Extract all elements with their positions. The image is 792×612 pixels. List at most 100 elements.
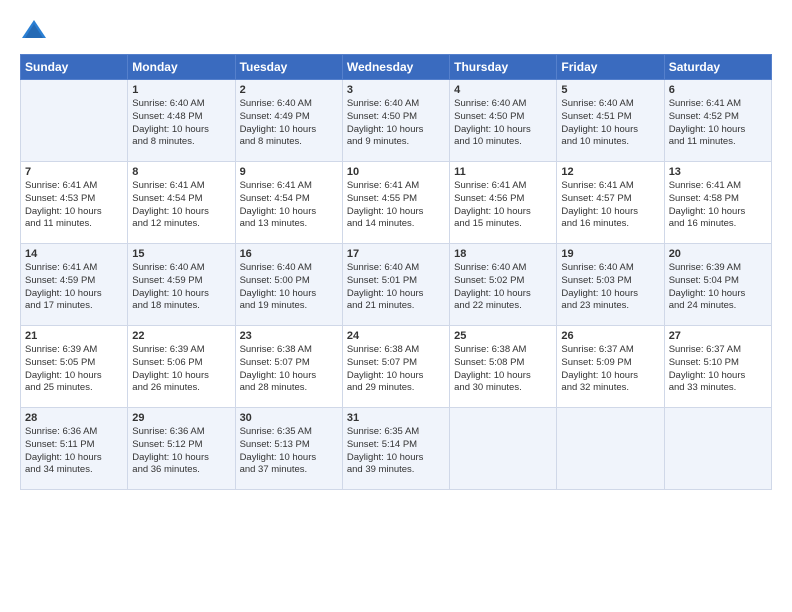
- day-info: Sunrise: 6:38 AM Sunset: 5:07 PM Dayligh…: [347, 344, 445, 395]
- day-cell: 31 Sunrise: 6:35 AM Sunset: 5:14 PM Dayli…: [342, 408, 449, 490]
- day-number: 1: [132, 84, 230, 96]
- day-info: Sunrise: 6:38 AM Sunset: 5:07 PM Dayligh…: [240, 344, 338, 395]
- day-info: Sunrise: 6:38 AM Sunset: 5:08 PM Dayligh…: [454, 344, 552, 395]
- day-number: 26: [561, 330, 659, 342]
- col-header-friday: Friday: [557, 55, 664, 80]
- day-info: Sunrise: 6:35 AM Sunset: 5:13 PM Dayligh…: [240, 426, 338, 477]
- day-number: 10: [347, 166, 445, 178]
- day-number: 19: [561, 248, 659, 260]
- day-cell: [557, 408, 664, 490]
- day-info: Sunrise: 6:40 AM Sunset: 4:48 PM Dayligh…: [132, 98, 230, 149]
- day-number: 2: [240, 84, 338, 96]
- day-number: 13: [669, 166, 767, 178]
- day-cell: 10 Sunrise: 6:41 AM Sunset: 4:55 PM Dayli…: [342, 162, 449, 244]
- day-info: Sunrise: 6:39 AM Sunset: 5:06 PM Dayligh…: [132, 344, 230, 395]
- day-info: Sunrise: 6:35 AM Sunset: 5:14 PM Dayligh…: [347, 426, 445, 477]
- day-info: Sunrise: 6:41 AM Sunset: 4:58 PM Dayligh…: [669, 180, 767, 231]
- day-number: 20: [669, 248, 767, 260]
- day-info: Sunrise: 6:41 AM Sunset: 4:59 PM Dayligh…: [25, 262, 123, 313]
- day-number: 14: [25, 248, 123, 260]
- day-cell: 7 Sunrise: 6:41 AM Sunset: 4:53 PM Daylig…: [21, 162, 128, 244]
- day-number: 4: [454, 84, 552, 96]
- day-cell: 8 Sunrise: 6:41 AM Sunset: 4:54 PM Daylig…: [128, 162, 235, 244]
- day-cell: 30 Sunrise: 6:35 AM Sunset: 5:13 PM Dayli…: [235, 408, 342, 490]
- day-cell: 20 Sunrise: 6:39 AM Sunset: 5:04 PM Dayli…: [664, 244, 771, 326]
- week-row-5: 28 Sunrise: 6:36 AM Sunset: 5:11 PM Dayli…: [21, 408, 772, 490]
- header-row: SundayMondayTuesdayWednesdayThursdayFrid…: [21, 55, 772, 80]
- day-info: Sunrise: 6:39 AM Sunset: 5:04 PM Dayligh…: [669, 262, 767, 313]
- week-row-1: 1 Sunrise: 6:40 AM Sunset: 4:48 PM Daylig…: [21, 80, 772, 162]
- col-header-sunday: Sunday: [21, 55, 128, 80]
- day-cell: 19 Sunrise: 6:40 AM Sunset: 5:03 PM Dayli…: [557, 244, 664, 326]
- logo: [20, 16, 52, 44]
- day-number: 23: [240, 330, 338, 342]
- day-number: 25: [454, 330, 552, 342]
- day-number: 5: [561, 84, 659, 96]
- day-number: 30: [240, 412, 338, 424]
- day-cell: 16 Sunrise: 6:40 AM Sunset: 5:00 PM Dayli…: [235, 244, 342, 326]
- day-cell: 22 Sunrise: 6:39 AM Sunset: 5:06 PM Dayli…: [128, 326, 235, 408]
- header: [20, 16, 772, 44]
- day-cell: 18Sunrise: 6:40 AM Sunset: 5:02 PM Dayli…: [450, 244, 557, 326]
- page: SundayMondayTuesdayWednesdayThursdayFrid…: [0, 0, 792, 502]
- day-info: Sunrise: 6:40 AM Sunset: 5:00 PM Dayligh…: [240, 262, 338, 313]
- day-info: Sunrise: 6:39 AM Sunset: 5:05 PM Dayligh…: [25, 344, 123, 395]
- day-cell: 29 Sunrise: 6:36 AM Sunset: 5:12 PM Dayli…: [128, 408, 235, 490]
- day-cell: 6Sunrise: 6:41 AM Sunset: 4:52 PM Daylig…: [664, 80, 771, 162]
- day-info: Sunrise: 6:41 AM Sunset: 4:54 PM Dayligh…: [240, 180, 338, 231]
- day-info: Sunrise: 6:40 AM Sunset: 4:59 PM Dayligh…: [132, 262, 230, 313]
- day-info: Sunrise: 6:40 AM Sunset: 4:51 PM Dayligh…: [561, 98, 659, 149]
- day-info: Sunrise: 6:37 AM Sunset: 5:10 PM Dayligh…: [669, 344, 767, 395]
- day-info: Sunrise: 6:41 AM Sunset: 4:52 PM Dayligh…: [669, 98, 767, 149]
- day-number: 15: [132, 248, 230, 260]
- day-info: Sunrise: 6:40 AM Sunset: 5:03 PM Dayligh…: [561, 262, 659, 313]
- day-number: 11: [454, 166, 552, 178]
- day-cell: [664, 408, 771, 490]
- day-cell: 24 Sunrise: 6:38 AM Sunset: 5:07 PM Dayli…: [342, 326, 449, 408]
- day-info: Sunrise: 6:40 AM Sunset: 4:50 PM Dayligh…: [454, 98, 552, 149]
- day-info: Sunrise: 6:40 AM Sunset: 4:49 PM Dayligh…: [240, 98, 338, 149]
- day-number: 21: [25, 330, 123, 342]
- day-cell: 2 Sunrise: 6:40 AM Sunset: 4:49 PM Daylig…: [235, 80, 342, 162]
- day-number: 29: [132, 412, 230, 424]
- day-info: Sunrise: 6:40 AM Sunset: 5:02 PM Dayligh…: [454, 262, 552, 313]
- day-cell: [450, 408, 557, 490]
- day-info: Sunrise: 6:41 AM Sunset: 4:53 PM Dayligh…: [25, 180, 123, 231]
- day-number: 16: [240, 248, 338, 260]
- day-number: 3: [347, 84, 445, 96]
- col-header-tuesday: Tuesday: [235, 55, 342, 80]
- day-number: 7: [25, 166, 123, 178]
- day-cell: 15 Sunrise: 6:40 AM Sunset: 4:59 PM Dayli…: [128, 244, 235, 326]
- day-number: 9: [240, 166, 338, 178]
- day-number: 31: [347, 412, 445, 424]
- day-number: 8: [132, 166, 230, 178]
- day-number: 27: [669, 330, 767, 342]
- col-header-thursday: Thursday: [450, 55, 557, 80]
- day-info: Sunrise: 6:41 AM Sunset: 4:55 PM Dayligh…: [347, 180, 445, 231]
- day-info: Sunrise: 6:41 AM Sunset: 4:56 PM Dayligh…: [454, 180, 552, 231]
- day-cell: 1 Sunrise: 6:40 AM Sunset: 4:48 PM Daylig…: [128, 80, 235, 162]
- week-row-4: 21 Sunrise: 6:39 AM Sunset: 5:05 PM Dayli…: [21, 326, 772, 408]
- day-number: 28: [25, 412, 123, 424]
- logo-icon: [20, 16, 48, 44]
- day-cell: 21 Sunrise: 6:39 AM Sunset: 5:05 PM Dayli…: [21, 326, 128, 408]
- day-number: 22: [132, 330, 230, 342]
- week-row-3: 14 Sunrise: 6:41 AM Sunset: 4:59 PM Dayli…: [21, 244, 772, 326]
- day-cell: 4 Sunrise: 6:40 AM Sunset: 4:50 PM Daylig…: [450, 80, 557, 162]
- col-header-saturday: Saturday: [664, 55, 771, 80]
- day-cell: 27 Sunrise: 6:37 AM Sunset: 5:10 PM Dayli…: [664, 326, 771, 408]
- day-number: 24: [347, 330, 445, 342]
- day-cell: 13 Sunrise: 6:41 AM Sunset: 4:58 PM Dayli…: [664, 162, 771, 244]
- day-info: Sunrise: 6:37 AM Sunset: 5:09 PM Dayligh…: [561, 344, 659, 395]
- day-cell: 26 Sunrise: 6:37 AM Sunset: 5:09 PM Dayli…: [557, 326, 664, 408]
- day-info: Sunrise: 6:40 AM Sunset: 5:01 PM Dayligh…: [347, 262, 445, 313]
- day-cell: 12 Sunrise: 6:41 AM Sunset: 4:57 PM Dayli…: [557, 162, 664, 244]
- day-info: Sunrise: 6:36 AM Sunset: 5:12 PM Dayligh…: [132, 426, 230, 477]
- day-info: Sunrise: 6:36 AM Sunset: 5:11 PM Dayligh…: [25, 426, 123, 477]
- day-number: 12: [561, 166, 659, 178]
- day-info: Sunrise: 6:41 AM Sunset: 4:57 PM Dayligh…: [561, 180, 659, 231]
- calendar-table: SundayMondayTuesdayWednesdayThursdayFrid…: [20, 54, 772, 490]
- day-cell: 14 Sunrise: 6:41 AM Sunset: 4:59 PM Dayli…: [21, 244, 128, 326]
- day-cell: 5 Sunrise: 6:40 AM Sunset: 4:51 PM Daylig…: [557, 80, 664, 162]
- day-info: Sunrise: 6:41 AM Sunset: 4:54 PM Dayligh…: [132, 180, 230, 231]
